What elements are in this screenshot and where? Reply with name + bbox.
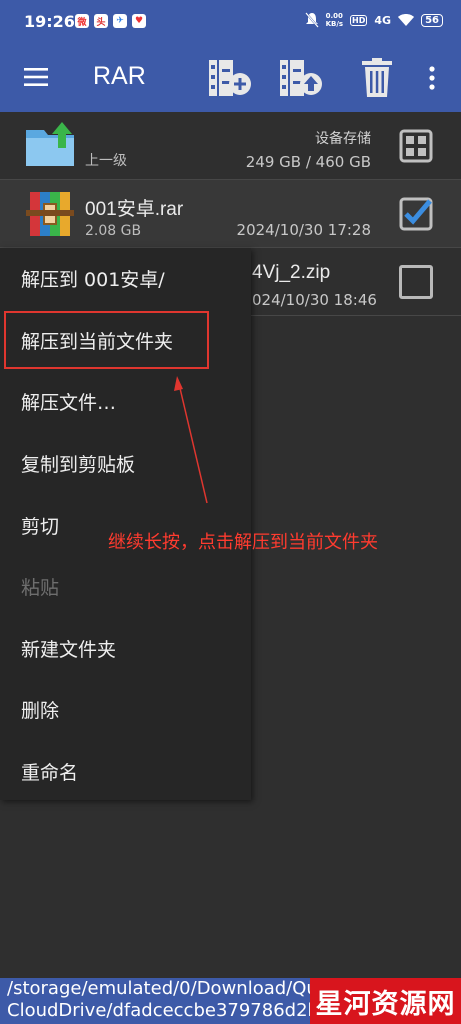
notification-app-icon: ✈ [113, 14, 127, 28]
menu-item-rename[interactable]: 重命名 [0, 741, 251, 801]
file-name: 4Vj_2.zip [252, 262, 331, 283]
menu-item-delete[interactable]: 删除 [0, 679, 251, 739]
net-speed: 0.00 KB/s [325, 12, 344, 28]
mute-icon [304, 12, 319, 28]
grid-view-icon[interactable] [399, 129, 433, 163]
storage-label: 设备存储 [315, 131, 371, 147]
checkbox-checked[interactable] [399, 197, 433, 231]
file-size: 2.08 GB [85, 223, 142, 239]
annotation-highlight-box [4, 311, 209, 369]
status-app-icons: 微 头 ✈ ♥ [75, 14, 146, 28]
menu-item-extract-to-folder[interactable]: 解压到 001安卓/ [0, 248, 251, 308]
storage-usage: 249 GB / 460 GB [245, 153, 371, 171]
list-item-parent-folder[interactable]: 上一级 设备存储 249 GB / 460 GB [0, 112, 461, 180]
checkbox-unchecked[interactable] [399, 265, 433, 299]
app-title: RAR [93, 62, 146, 90]
notification-app-icon: 微 [75, 14, 89, 28]
list-item-rar[interactable]: 001安卓.rar 2.08 GB 2024/10/30 17:28 [0, 180, 461, 248]
more-options-icon[interactable] [425, 57, 439, 99]
menu-item-extract-files[interactable]: 解压文件… [0, 371, 251, 431]
notification-app-icon: 头 [94, 14, 108, 28]
app-bar: RAR [0, 42, 461, 112]
menu-icon[interactable] [24, 68, 48, 86]
folder-up-icon [26, 122, 74, 166]
menu-item-paste: 粘贴 [21, 576, 60, 599]
file-name: 001安卓.rar [85, 199, 184, 220]
network-type: 4G [374, 13, 392, 27]
status-time: 19:26 [24, 12, 75, 31]
battery-indicator: 56 [421, 13, 443, 27]
menu-item-new-folder[interactable]: 新建文件夹 [0, 618, 251, 678]
annotation-text: 继续长按，点击解压到当前文件夹 [108, 532, 378, 553]
watermark: 星河资源网 [310, 978, 461, 1024]
extract-icon[interactable] [278, 57, 324, 99]
menu-item-copy-to-clipboard[interactable]: 复制到剪贴板 [0, 433, 251, 493]
hd-badge: HD [350, 14, 368, 26]
delete-icon[interactable] [356, 57, 402, 99]
file-date: 024/10/30 18:46 [252, 291, 377, 309]
wifi-icon [398, 14, 415, 26]
winrar-archive-icon [26, 192, 74, 236]
status-bar: 19:26 微 头 ✈ ♥ 0.00 KB/s HD 4G 56 [0, 0, 461, 42]
add-to-archive-icon[interactable] [207, 57, 253, 99]
file-name: 上一级 [85, 153, 127, 169]
status-indicators: 0.00 KB/s HD 4G 56 [304, 12, 443, 28]
notification-app-icon: ♥ [132, 14, 146, 28]
file-date: 2024/10/30 17:28 [236, 221, 371, 239]
